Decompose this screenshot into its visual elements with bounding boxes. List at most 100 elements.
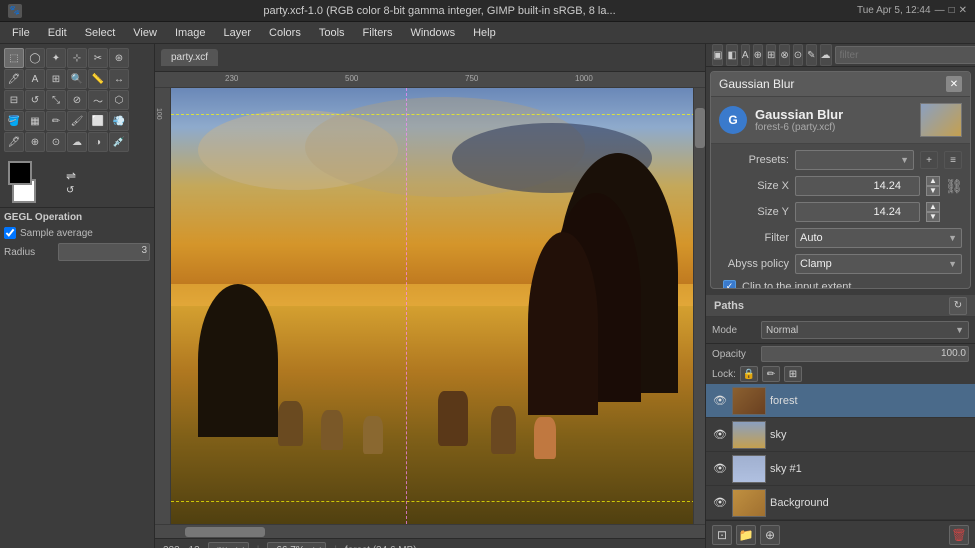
tool-bucket-fill[interactable]: 🪣 xyxy=(4,111,24,131)
scrollbar-vertical[interactable] xyxy=(693,88,705,524)
right-icon-5[interactable]: ⊗ xyxy=(779,44,789,66)
size-y-up[interactable]: ▲ xyxy=(926,202,940,212)
presets-select[interactable]: ▼ xyxy=(795,150,914,170)
tool-ellipse-select[interactable]: ◯ xyxy=(25,48,45,68)
delete-layer-btn[interactable]: 🗑 xyxy=(949,525,969,545)
swap-colors-icon[interactable]: ⇌ xyxy=(66,169,76,183)
canvas-tab[interactable]: party.xcf xyxy=(161,49,218,66)
menu-layer[interactable]: Layer xyxy=(216,25,260,41)
right-icon-text[interactable]: A xyxy=(741,44,750,66)
size-x-down[interactable]: ▼ xyxy=(926,186,940,196)
right-icon-6[interactable]: ⊙ xyxy=(793,44,803,66)
canvas-content[interactable] xyxy=(171,88,705,524)
radius-slider[interactable]: 3 xyxy=(58,243,150,261)
layer-visibility-sky1[interactable]: 👁 xyxy=(712,461,728,477)
tool-measure[interactable]: 📏 xyxy=(88,69,108,89)
tool-paintbrush[interactable]: 🖌 xyxy=(67,111,87,131)
tool-ink[interactable]: 🖋 xyxy=(4,132,24,152)
size-y-down[interactable]: ▼ xyxy=(926,212,940,222)
menu-edit[interactable]: Edit xyxy=(40,25,75,41)
tool-smudge[interactable]: ☁ xyxy=(67,132,87,152)
scrollbar-thumb-h[interactable] xyxy=(185,527,265,537)
lock-pixels-btn[interactable]: 🔒 xyxy=(740,366,758,382)
menu-view[interactable]: View xyxy=(125,25,165,41)
menu-help[interactable]: Help xyxy=(465,25,504,41)
layer-item-background[interactable]: 👁 Background xyxy=(706,486,975,520)
tool-color-balance[interactable]: ⊞ xyxy=(46,69,66,89)
menu-file[interactable]: File xyxy=(4,25,38,41)
close-btn[interactable]: ✕ xyxy=(959,5,967,16)
menu-filters[interactable]: Filters xyxy=(355,25,401,41)
menu-image[interactable]: Image xyxy=(167,25,214,41)
maximize-btn[interactable]: □ xyxy=(949,5,955,16)
tool-align[interactable]: ⊟ xyxy=(4,90,24,110)
tool-dodge-burn[interactable]: ◑ xyxy=(88,132,108,152)
unit-selector[interactable]: px xyxy=(208,542,249,548)
presets-menu-btn[interactable]: ≡ xyxy=(944,151,962,169)
layer-item-sky[interactable]: 👁 sky xyxy=(706,418,975,452)
right-icon-3[interactable]: ⊕ xyxy=(753,44,763,66)
presets-add-btn[interactable]: + xyxy=(920,151,938,169)
right-icon-2[interactable]: ◧ xyxy=(726,44,737,66)
opacity-slider[interactable]: 100.0 xyxy=(761,346,969,362)
layer-visibility-forest[interactable]: 👁 xyxy=(712,393,728,409)
size-y-input[interactable]: 14.24 xyxy=(795,202,920,222)
window-controls[interactable]: 🐾 xyxy=(8,4,22,18)
sample-avg-checkbox[interactable] xyxy=(4,227,16,239)
tool-clone[interactable]: ⊙ xyxy=(46,132,66,152)
tool-scissors[interactable]: ✂ xyxy=(88,48,108,68)
layer-item-sky1[interactable]: 👁 sky #1 xyxy=(706,452,975,486)
tool-shear[interactable]: ⊘ xyxy=(67,90,87,110)
tool-rect-select[interactable]: ⬚ xyxy=(4,48,24,68)
lock-alpha-btn[interactable]: ⊞ xyxy=(784,366,802,382)
tool-scale[interactable]: ⤡ xyxy=(46,90,66,110)
tool-free-select[interactable]: ✦ xyxy=(46,48,66,68)
chain-link-icon[interactable]: ⛓ xyxy=(946,178,962,195)
menu-colors[interactable]: Colors xyxy=(261,25,309,41)
menu-select[interactable]: Select xyxy=(77,25,124,41)
layer-visibility-sky[interactable]: 👁 xyxy=(712,427,728,443)
tool-fuzzy-select[interactable]: ⊹ xyxy=(67,48,87,68)
mode-select[interactable]: Normal ▼ xyxy=(761,321,969,339)
right-icon-4[interactable]: ⊞ xyxy=(766,44,776,66)
lock-position-btn[interactable]: ✏ xyxy=(762,366,780,382)
filter-select[interactable]: Auto ▼ xyxy=(795,228,962,248)
minimize-btn[interactable]: — xyxy=(935,5,945,16)
menu-windows[interactable]: Windows xyxy=(402,25,463,41)
tool-text[interactable]: A xyxy=(25,69,45,89)
new-layer-from-visible-btn[interactable]: ⊡ xyxy=(712,525,732,545)
tool-pencil[interactable]: ✏ xyxy=(46,111,66,131)
tool-zoom[interactable]: 🔍 xyxy=(67,69,87,89)
scrollbar-thumb-v[interactable] xyxy=(695,108,705,148)
tool-heal[interactable]: ⊕ xyxy=(25,132,45,152)
tool-rotate[interactable]: ↺ xyxy=(25,90,45,110)
filter-input[interactable] xyxy=(835,46,975,64)
tool-foreground-select[interactable]: ⊛ xyxy=(109,48,129,68)
tool-warp[interactable]: 〜 xyxy=(88,90,108,110)
zoom-selector[interactable]: 66.7% xyxy=(267,542,326,548)
right-icon-7[interactable]: ✎ xyxy=(806,44,816,66)
tool-transform[interactable]: ↔ xyxy=(109,69,129,89)
right-icon-1[interactable]: ▣ xyxy=(712,44,723,66)
size-x-input[interactable]: 14.24 xyxy=(795,176,920,196)
tool-cage[interactable]: ⬡ xyxy=(109,90,129,110)
tool-paths[interactable]: 🖊 xyxy=(4,69,24,89)
tool-eraser[interactable]: ⬜ xyxy=(88,111,108,131)
tool-color-picker[interactable]: 💉 xyxy=(109,132,129,152)
menu-tools[interactable]: Tools xyxy=(311,25,353,41)
right-icon-8[interactable]: ☁ xyxy=(820,44,832,66)
duplicate-layer-btn[interactable]: ⊕ xyxy=(760,525,780,545)
clip-checkbox[interactable]: ✓ xyxy=(723,280,736,289)
new-layer-group-btn[interactable]: 📁 xyxy=(736,525,756,545)
layer-item-forest[interactable]: 👁 forest xyxy=(706,384,975,418)
dialog-close-button[interactable]: ✕ xyxy=(946,76,962,92)
scrollbar-horizontal[interactable] xyxy=(155,524,705,538)
abyss-select[interactable]: Clamp ▼ xyxy=(795,254,962,274)
reset-colors-icon[interactable]: ↺ xyxy=(66,185,76,196)
fg-color-swatch[interactable] xyxy=(8,161,32,185)
size-x-up[interactable]: ▲ xyxy=(926,176,940,186)
paths-refresh-btn[interactable]: ↻ xyxy=(949,297,967,315)
layer-visibility-background[interactable]: 👁 xyxy=(712,495,728,511)
tool-airbrush[interactable]: 💨 xyxy=(109,111,129,131)
tool-blend[interactable]: ▦ xyxy=(25,111,45,131)
